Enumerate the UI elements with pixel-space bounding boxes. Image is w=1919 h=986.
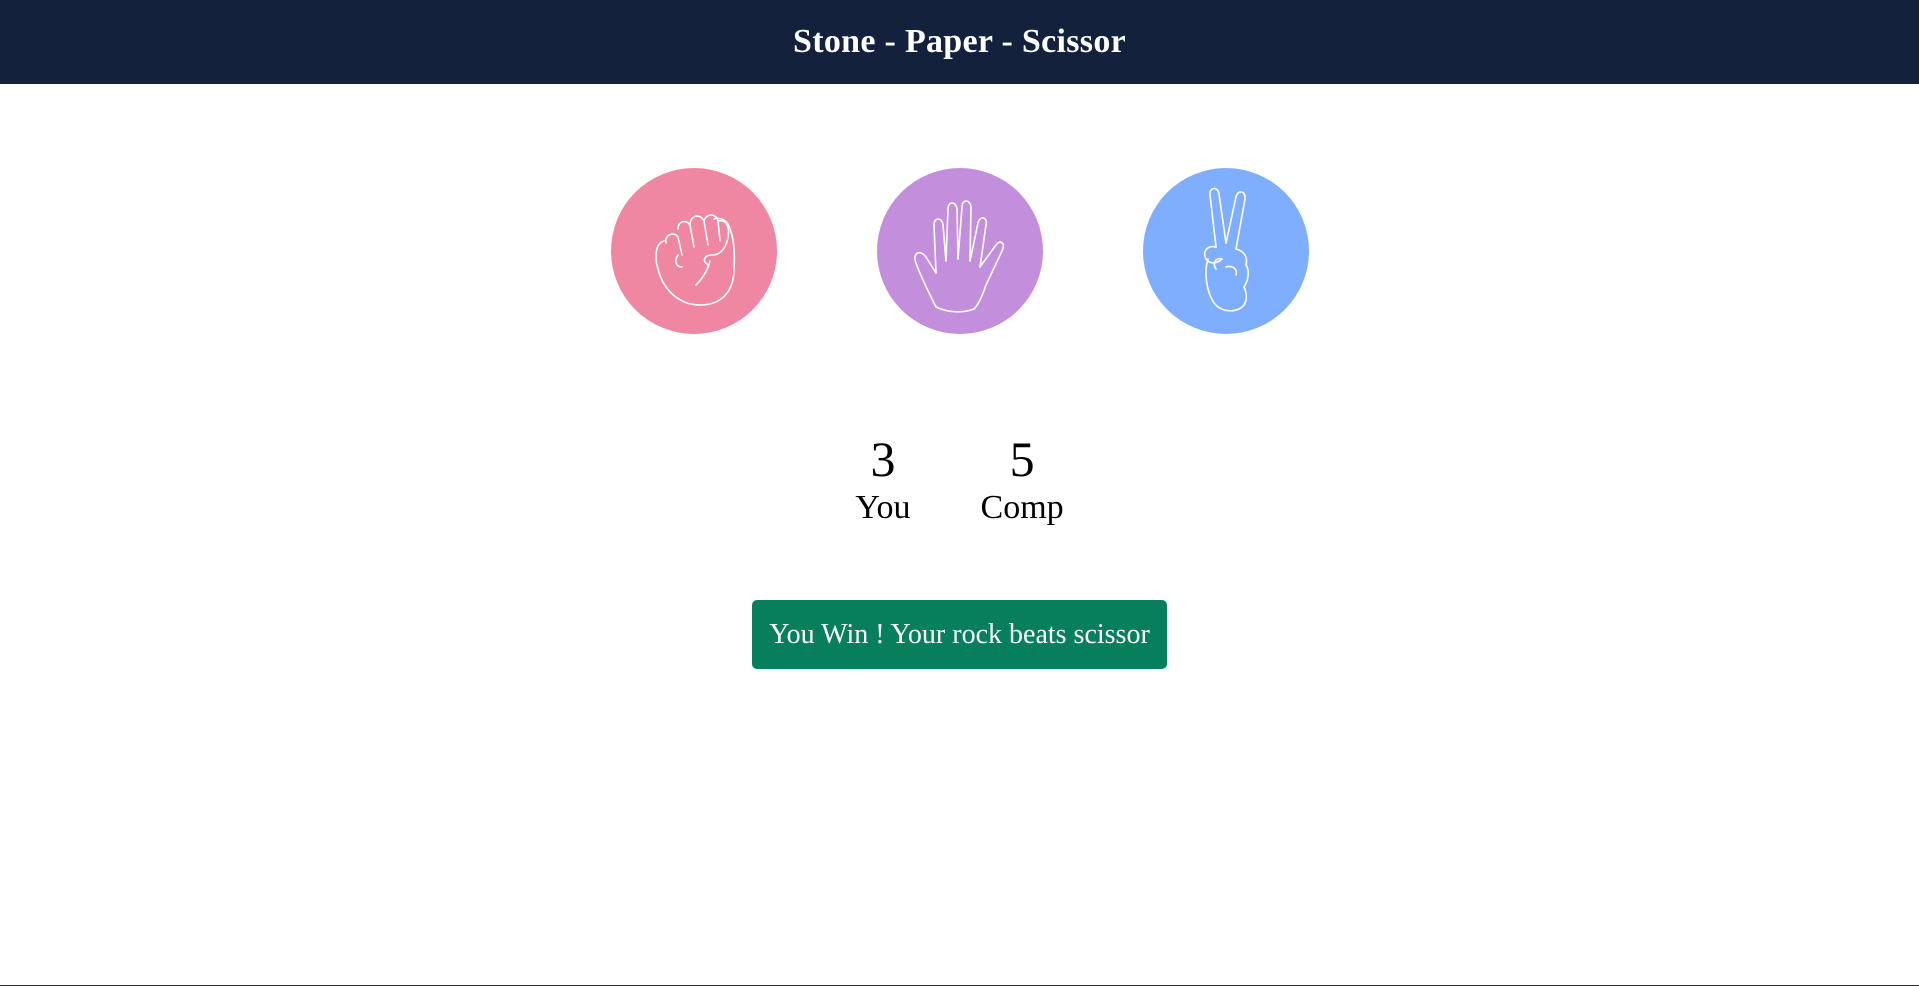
user-score-value: 3 [870,431,896,487]
user-score-label: You [855,489,911,526]
comp-score: 5 Comp [981,430,1064,528]
user-score: 3 You [855,430,910,528]
rock-choice-button[interactable] [610,168,777,334]
comp-score-value: 5 [1009,431,1035,487]
scoreboard: 3 You 5 Comp [0,430,1919,528]
game-page: Stone - Paper - Scissor 3 You 5 Comp You… [0,0,1919,986]
scissor-choice-button[interactable] [1142,168,1309,334]
paper-choice-button[interactable] [876,168,1043,334]
comp-score-label: Comp [980,489,1064,526]
result-message: You Win ! Your rock beats scissor [752,600,1167,669]
scissor-peace-hand-icon [1203,187,1249,312]
rock-fist-icon [654,214,735,306]
message-container: You Win ! Your rock beats scissor [0,600,1919,669]
choices-container [0,168,1919,334]
page-title: Stone - Paper - Scissor [792,23,1127,60]
navbar: Stone - Paper - Scissor [0,0,1919,84]
paper-open-hand-icon [913,200,1004,313]
